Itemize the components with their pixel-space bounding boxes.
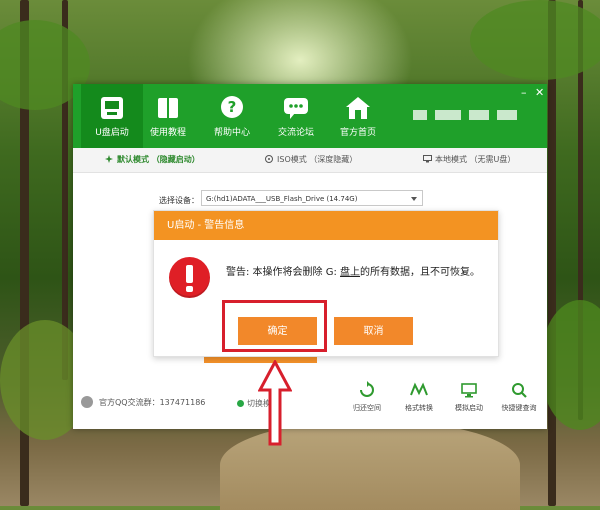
nav-label: 帮助中心 bbox=[213, 128, 250, 138]
tool-label: 模拟启动 bbox=[455, 404, 483, 412]
tab-default-mode[interactable]: 默认模式 （隐藏启动） bbox=[105, 148, 200, 172]
sparkle-icon bbox=[105, 149, 113, 163]
message-text: 警告: 本操作将会删除 G: bbox=[226, 267, 341, 278]
usb-drive-icon bbox=[101, 97, 123, 119]
tool-simulate-boot[interactable]: 模拟启动 bbox=[447, 381, 491, 413]
tool-shortcut-query[interactable]: 快捷键查询 bbox=[497, 381, 541, 413]
nav-tutorial[interactable]: 使用教程 bbox=[137, 84, 199, 148]
exclamation-icon bbox=[169, 257, 210, 298]
nav-label: U盘启动 bbox=[95, 128, 129, 138]
mode-dot-icon bbox=[237, 400, 244, 407]
cancel-button[interactable]: 取消 bbox=[334, 317, 413, 345]
monitor-icon bbox=[461, 383, 477, 398]
highlight-box bbox=[222, 300, 327, 352]
qq-icon bbox=[81, 396, 93, 408]
brand-logo bbox=[413, 106, 517, 124]
nav-forum[interactable]: 交流论坛 bbox=[265, 84, 327, 148]
top-toolbar: U盘启动 使用教程 ? 帮助中心 交流论坛 官方首页 – ✕ bbox=[73, 84, 547, 148]
tab-iso-mode[interactable]: ISO模式 （深度隐藏） bbox=[265, 148, 357, 172]
minimize-button[interactable]: – bbox=[521, 86, 527, 99]
ntfs-icon bbox=[410, 382, 428, 396]
message-text: 的所有数据，且不可恢复。 bbox=[360, 267, 481, 278]
book-icon bbox=[158, 98, 178, 118]
tab-label: 默认模式 （隐藏启动） bbox=[117, 155, 200, 164]
background-foliage bbox=[470, 0, 600, 80]
tool-label: 快捷键查询 bbox=[501, 404, 537, 412]
nav-label: 官方首页 bbox=[339, 128, 376, 138]
tab-label: ISO模式 （深度隐藏） bbox=[277, 155, 358, 164]
chevron-down-icon bbox=[411, 197, 417, 201]
monitor-icon bbox=[423, 149, 432, 163]
close-button[interactable]: ✕ bbox=[535, 86, 544, 99]
footer-bar: 官方QQ交流群：137471186 切换模式 归还空间 格式转换 模拟启动 快捷… bbox=[73, 379, 547, 429]
search-icon bbox=[512, 383, 527, 398]
nav-usb-boot[interactable]: U盘启动 bbox=[81, 84, 143, 148]
tool-label: 格式转换 bbox=[405, 404, 433, 412]
tool-label: 归还空间 bbox=[353, 404, 381, 412]
nav-help-center[interactable]: ? 帮助中心 bbox=[201, 84, 263, 148]
tab-label: 本地模式 （无需U盘） bbox=[435, 155, 516, 164]
dialog-message: 警告: 本操作将会删除 G: 盘上的所有数据，且不可恢复。 bbox=[226, 263, 480, 278]
question-icon: ? bbox=[221, 96, 243, 118]
up-arrow-icon bbox=[258, 360, 292, 446]
qq-group-text: 官方QQ交流群：137471186 bbox=[99, 398, 206, 407]
restore-icon bbox=[360, 381, 374, 397]
tool-format-convert[interactable]: 格式转换 bbox=[397, 381, 441, 413]
nav-label: 交流论坛 bbox=[277, 128, 314, 138]
nav-homepage[interactable]: 官方首页 bbox=[327, 84, 389, 148]
tab-local-mode[interactable]: 本地模式 （无需U盘） bbox=[423, 148, 515, 172]
nav-label: 使用教程 bbox=[149, 128, 186, 138]
message-underlined: 盘上 bbox=[340, 267, 361, 278]
home-icon bbox=[346, 97, 370, 119]
svg-text:?: ? bbox=[228, 98, 237, 116]
device-select[interactable]: G:(hd1)ADATA___USB_Flash_Drive (14.74G) bbox=[201, 190, 423, 206]
disc-icon bbox=[265, 149, 273, 163]
chat-icon bbox=[284, 98, 308, 119]
qq-group: 官方QQ交流群：137471186 bbox=[81, 396, 205, 408]
device-label: 选择设备： bbox=[159, 196, 199, 205]
mode-tabs: 默认模式 （隐藏启动） ISO模式 （深度隐藏） 本地模式 （无需U盘） bbox=[73, 148, 547, 173]
tool-restore-space[interactable]: 归还空间 bbox=[345, 381, 389, 413]
device-value: G:(hd1)ADATA___USB_Flash_Drive (14.74G) bbox=[206, 195, 358, 203]
dialog-title: U启动 - 警告信息 bbox=[154, 211, 498, 240]
